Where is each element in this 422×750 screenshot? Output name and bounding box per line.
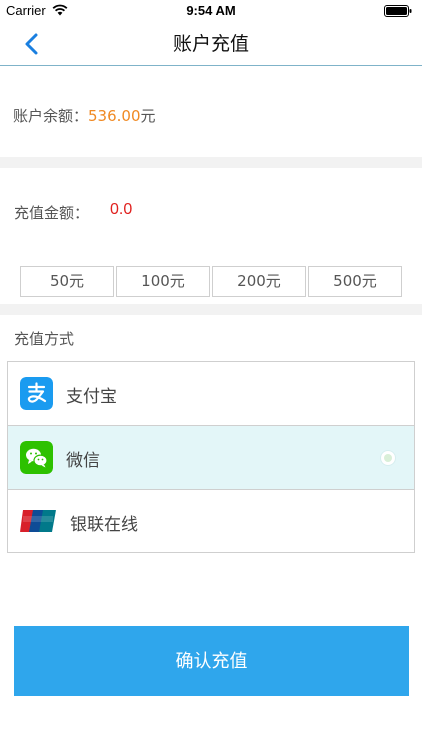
balance-section: 账户余额：536.00元 [0, 67, 422, 157]
payment-method-wechat[interactable]: 微信 [8, 426, 414, 489]
page-title: 账户充值 [172, 33, 249, 55]
payment-method-label: 支付宝 [66, 387, 117, 407]
balance-unit: 元 [140, 107, 156, 125]
preset-500-button[interactable]: 500元 [308, 266, 402, 297]
payment-method-list: 支付宝 微信 银联在线 [7, 361, 415, 553]
payment-method-alipay[interactable]: 支付宝 [8, 362, 414, 425]
alipay-icon [20, 377, 53, 410]
preset-200-button[interactable]: 200元 [212, 266, 306, 297]
section-divider [0, 304, 422, 315]
navigation-bar: 账户充值 [0, 22, 422, 66]
selected-radio-icon[interactable] [380, 450, 396, 466]
status-bar: Carrier 9:54 AM [0, 0, 422, 22]
wechat-icon [20, 441, 53, 474]
payment-method-label: 银联在线 [70, 515, 138, 535]
unionpay-icon [20, 510, 56, 532]
confirm-recharge-button[interactable]: 确认充值 [14, 626, 409, 696]
preset-amounts: 50元 100元 200元 500元 [20, 266, 402, 298]
balance-label: 账户余额： [13, 107, 89, 125]
balance-row: 账户余额：536.00元 [13, 105, 156, 126]
recharge-label: 充值金额： [14, 204, 90, 222]
preset-100-button[interactable]: 100元 [116, 266, 210, 297]
battery-icon [384, 5, 412, 17]
payment-method-unionpay[interactable]: 银联在线 [8, 490, 414, 553]
payment-method-label: 微信 [66, 451, 100, 471]
preset-50-button[interactable]: 50元 [20, 266, 114, 297]
balance-amount: 536.00 [88, 107, 141, 125]
payment-method-title: 充值方式 [14, 330, 75, 348]
recharge-value: 0.0 [110, 201, 133, 218]
section-divider [0, 157, 422, 168]
status-time: 9:54 AM [186, 3, 236, 18]
